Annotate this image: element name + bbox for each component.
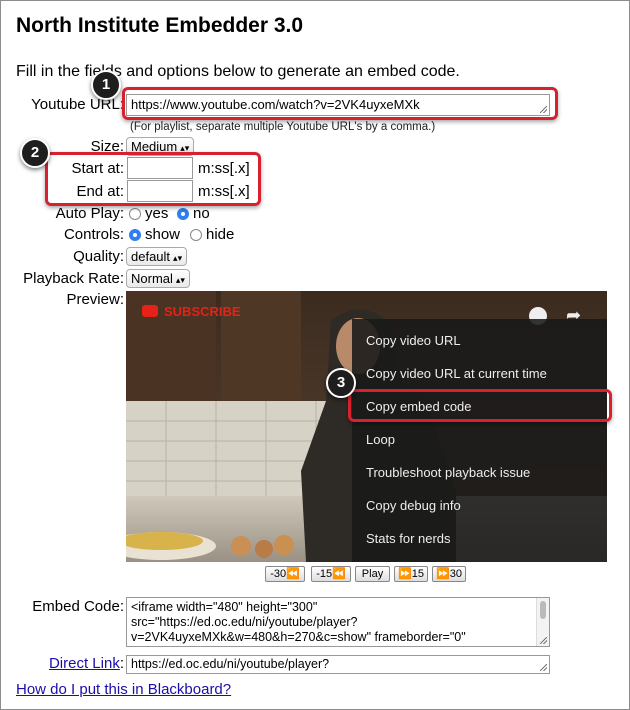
quality-value: default (131, 249, 171, 264)
preview-label: Preview: (66, 291, 124, 308)
controls-hide-label: hide (206, 226, 235, 243)
menu-item-copy-video-url[interactable]: Copy video URL (366, 333, 461, 348)
direct-link-colon: : (119, 655, 124, 672)
autoplay-label: Auto Play: (55, 205, 124, 222)
autoplay-no-label: no (193, 205, 210, 222)
menu-item-stats-for-nerds[interactable]: Stats for nerds (366, 531, 451, 546)
help-link-wrap: How do I put this in Blackboard? (16, 681, 231, 698)
callout-badge-1: 1 (91, 70, 121, 100)
callout-badge-2: 2 (20, 138, 50, 168)
autoplay-yes-label: yes (145, 205, 169, 222)
embed-code-label: Embed Code: (32, 598, 124, 615)
subscribe-button[interactable]: SUBSCRIBE (164, 304, 241, 319)
menu-item-copy-debug-info[interactable]: Copy debug info (366, 498, 461, 513)
page-title: North Institute Embedder 3.0 (16, 14, 304, 37)
embed-code-value: <iframe width="480" height="300" src="ht… (131, 600, 466, 644)
playlist-hint: (For playlist, separate multiple Youtube… (130, 121, 436, 133)
forward-30-button[interactable]: ⏩30 (432, 566, 466, 582)
menu-item-copy-url-at-time[interactable]: Copy video URL at current time (366, 366, 547, 381)
play-button[interactable]: Play (355, 566, 390, 582)
playback-rate-label: Playback Rate: (23, 270, 124, 287)
direct-link[interactable]: Direct Link (49, 655, 120, 672)
quality-select[interactable]: default ▴▾ (126, 247, 188, 266)
autoplay-yes-radio[interactable] (129, 208, 141, 220)
controls-show-label: show (145, 226, 181, 243)
callout-box-url (122, 87, 558, 120)
direct-link-label-wrap: Direct Link: (16, 655, 124, 672)
controls-label: Controls: (63, 226, 124, 243)
callout-box-times (45, 152, 261, 206)
direct-link-value: https://ed.oc.edu/ni/youtube/player? (131, 657, 330, 671)
back-15-button[interactable]: -15⏪ (311, 566, 351, 582)
forward-15-button[interactable]: ⏩15 (394, 566, 428, 582)
blackboard-help-link[interactable]: How do I put this in Blackboard? (16, 681, 231, 698)
menu-item-loop[interactable]: Loop (366, 432, 395, 447)
select-arrows-icon: ▴▾ (173, 253, 183, 263)
controls-hide-radio[interactable] (190, 229, 202, 241)
autoplay-no-radio[interactable] (177, 208, 189, 220)
resize-grip-icon[interactable] (540, 637, 547, 644)
embed-code-textarea[interactable]: <iframe width="480" height="300" src="ht… (126, 597, 550, 647)
select-arrows-icon: ▴▾ (175, 275, 185, 285)
intro-text: Fill in the fields and options below to … (16, 63, 460, 80)
resize-grip-icon[interactable] (540, 664, 547, 671)
menu-item-troubleshoot[interactable]: Troubleshoot playback issue (366, 465, 530, 480)
callout-badge-3: 3 (326, 368, 356, 398)
direct-link-input[interactable]: https://ed.oc.edu/ni/youtube/player? (126, 655, 550, 674)
context-menu: Copy video URL Copy video URL at current… (352, 319, 607, 562)
quality-label: Quality: (73, 248, 124, 265)
youtube-logo-icon (142, 305, 158, 317)
callout-box-embed-code (348, 389, 612, 422)
playback-rate-select[interactable]: Normal ▴▾ (126, 269, 190, 288)
video-preview[interactable]: SUBSCRIBE ➦ Copy video URL Copy video UR… (126, 291, 607, 562)
controls-show-radio[interactable] (129, 229, 141, 241)
back-30-button[interactable]: -30⏪ (265, 566, 305, 582)
playback-rate-value: Normal (131, 271, 173, 286)
player-controls: -30⏪ -15⏪ Play ⏩15 ⏩30 (126, 566, 607, 584)
